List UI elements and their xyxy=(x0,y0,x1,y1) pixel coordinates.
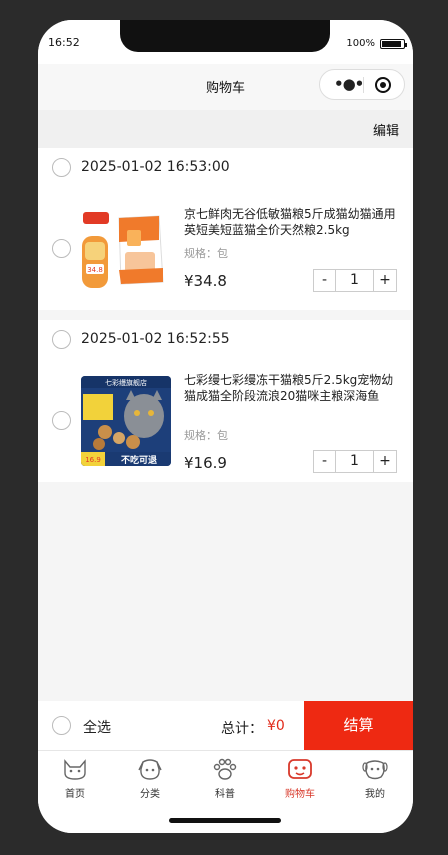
battery-percent: 100% xyxy=(346,38,375,49)
group-select-radio[interactable] xyxy=(52,158,71,177)
product-title[interactable]: 七彩缦七彩缦冻干猫粮5斤2.5kg宠物幼猫成猫全阶段流浪20猫咪主粮深海鱼 xyxy=(184,372,396,404)
item-select-radio[interactable] xyxy=(52,411,71,430)
image-promo-text: 不吃可退 xyxy=(121,454,157,466)
product-title[interactable]: 京七鲜肉无谷低敏猫粮5斤成猫幼猫通用英短美短蓝猫全价天然粮2.5kg xyxy=(184,206,396,238)
checkout-bar: 全选 总计： ¥0 结算 xyxy=(38,701,413,750)
quantity-value[interactable]: 1 xyxy=(336,270,374,291)
home-indicator[interactable] xyxy=(169,818,281,823)
edit-bar: 编辑 xyxy=(38,110,413,148)
cat-food-promo-image: 七彩缦旗舰店 16.9 不吃可退 xyxy=(81,376,171,466)
item-select-radio[interactable] xyxy=(52,239,71,258)
total-value: ¥0 xyxy=(267,718,285,734)
more-icon[interactable]: •●• xyxy=(334,77,364,92)
quantity-stepper: - 1 + xyxy=(313,269,397,292)
tab-label: 我的 xyxy=(365,789,385,800)
select-all-label[interactable]: 全选 xyxy=(83,717,111,737)
added-date: 2025-01-02 16:53:00 xyxy=(81,159,230,175)
cart-item-card: 2025-01-02 16:53:00 34.8 京七鲜肉无谷低敏猫粮5斤成猫幼… xyxy=(38,148,413,310)
cat-food-bag-image: 34.8 xyxy=(81,200,171,290)
select-all-radio[interactable] xyxy=(52,716,71,735)
phone-screen: 16:52 100% 购物车 •●• 编辑 2025-01-02 16:53:0… xyxy=(38,20,413,833)
decrease-button[interactable]: - xyxy=(314,270,336,291)
quantity-stepper: - 1 + xyxy=(313,450,397,473)
mini-program-capsule[interactable]: •●• xyxy=(319,69,405,100)
tab-cart[interactable]: 购物车 xyxy=(270,757,330,800)
tab-home[interactable]: 首页 xyxy=(45,757,105,800)
product-image[interactable]: 七彩缦旗舰店 16.9 不吃可退 xyxy=(81,376,171,466)
group-select-radio[interactable] xyxy=(52,330,71,349)
status-time: 16:52 xyxy=(48,36,80,49)
tab-mine[interactable]: 我的 xyxy=(345,757,405,800)
tab-category[interactable]: 分类 xyxy=(120,757,180,800)
increase-button[interactable]: + xyxy=(374,270,396,291)
dog-icon xyxy=(138,759,162,780)
capsule-divider xyxy=(363,77,364,93)
added-date: 2025-01-02 16:52:55 xyxy=(81,331,230,347)
tab-label: 购物车 xyxy=(285,789,315,800)
tab-label: 科普 xyxy=(215,789,235,800)
product-spec: 规格：包 xyxy=(184,429,228,442)
product-price: ¥34.8 xyxy=(184,272,227,290)
battery-icon xyxy=(380,39,407,49)
puppy-icon xyxy=(362,760,388,780)
edit-button[interactable]: 编辑 xyxy=(373,120,399,139)
product-price: ¥16.9 xyxy=(184,454,227,472)
close-target-icon[interactable] xyxy=(375,77,391,93)
navbar: 购物车 •●• xyxy=(38,64,413,110)
cat-icon xyxy=(64,759,86,780)
quantity-value[interactable]: 1 xyxy=(336,451,374,472)
paw-icon xyxy=(213,758,237,780)
tab-label: 分类 xyxy=(140,789,160,800)
tab-science[interactable]: 科普 xyxy=(195,757,255,800)
increase-button[interactable]: + xyxy=(374,451,396,472)
product-image[interactable]: 34.8 xyxy=(81,200,171,290)
cart-item-card: 2025-01-02 16:52:55 七彩缦旗舰店 16.9 不吃可退 七彩缦… xyxy=(38,320,413,482)
image-price-text: 34.8 xyxy=(87,266,103,274)
decrease-button[interactable]: - xyxy=(314,451,336,472)
cart-icon xyxy=(288,759,312,779)
total-label: 总计： xyxy=(221,721,263,737)
tab-label: 首页 xyxy=(65,789,85,800)
notch xyxy=(120,20,330,52)
checkout-button[interactable]: 结算 xyxy=(304,701,413,750)
image-price-text: 16.9 xyxy=(85,456,101,464)
product-spec: 规格：包 xyxy=(184,247,228,260)
image-store-text: 七彩缦旗舰店 xyxy=(105,378,147,387)
